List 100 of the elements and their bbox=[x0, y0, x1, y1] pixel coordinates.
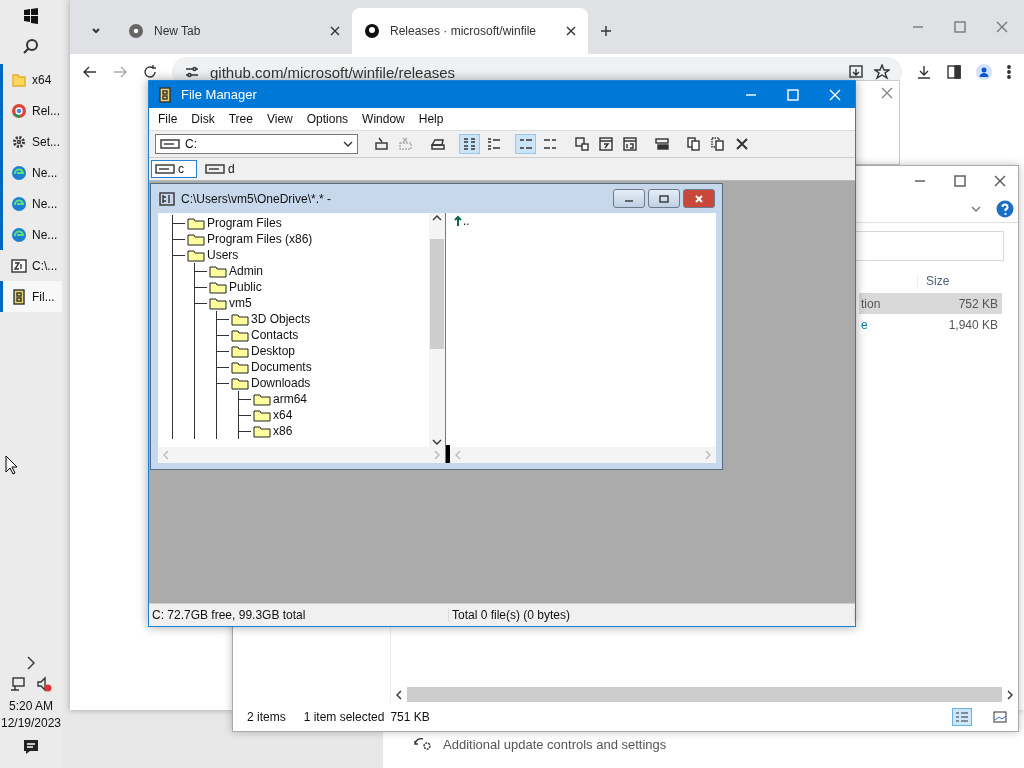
reload-icon[interactable] bbox=[142, 64, 158, 80]
install-icon[interactable] bbox=[848, 64, 864, 80]
taskbar-item[interactable]: Rel... bbox=[0, 95, 62, 126]
folder-icon bbox=[187, 248, 205, 262]
folder-icon bbox=[209, 264, 227, 278]
chevron-right-icon[interactable] bbox=[26, 656, 36, 670]
scroll-up-icon bbox=[432, 213, 442, 223]
download-icon[interactable] bbox=[916, 64, 932, 80]
folder-icon bbox=[231, 360, 249, 374]
file-cabinet-icon bbox=[11, 288, 27, 305]
menu-item[interactable]: Window bbox=[355, 110, 412, 128]
menu-item[interactable]: Disk bbox=[184, 110, 222, 128]
up-arrow-icon bbox=[454, 215, 462, 227]
toolbar-button[interactable] bbox=[515, 134, 536, 154]
folder-label[interactable]: Program Files (x86) bbox=[207, 232, 313, 246]
horizontal-scrollbar[interactable] bbox=[158, 447, 445, 463]
browser-tab[interactable]: Releases · microsoft/winfile bbox=[352, 8, 588, 54]
drive-dropdown[interactable]: C: bbox=[155, 134, 358, 154]
folder-label[interactable]: Public bbox=[229, 280, 262, 294]
side-panel-icon[interactable] bbox=[946, 64, 962, 80]
drive-button[interactable]: c bbox=[151, 160, 197, 178]
time-text: 5:20 AM bbox=[8, 698, 54, 715]
file-row[interactable]: e 1,940 KB bbox=[859, 314, 1002, 335]
github-icon bbox=[364, 23, 380, 39]
folder-label[interactable]: x86 bbox=[273, 424, 293, 438]
folder-label[interactable]: arm64 bbox=[273, 392, 307, 406]
folder-label[interactable]: Program Files bbox=[207, 216, 282, 230]
selection-size: 751 KB bbox=[390, 710, 430, 724]
menu-item[interactable]: Help bbox=[411, 110, 451, 128]
menu-item[interactable]: File bbox=[151, 110, 185, 128]
folder-label[interactable]: Documents bbox=[251, 360, 312, 374]
folder-icon bbox=[253, 408, 271, 422]
drive-icon bbox=[205, 163, 225, 175]
details-icon bbox=[955, 711, 969, 723]
vertical-scrollbar[interactable] bbox=[429, 213, 445, 447]
browser-icon bbox=[11, 226, 27, 243]
profile-icon[interactable] bbox=[976, 64, 992, 80]
taskbar-item[interactable]: Ne... bbox=[0, 188, 62, 219]
folder-icon bbox=[187, 232, 205, 246]
menu-item[interactable]: Options bbox=[299, 110, 356, 128]
folder-label[interactable]: Users bbox=[207, 248, 239, 262]
file-count-status: Total 0 file(s) (0 bytes) bbox=[449, 608, 855, 622]
taskbar-item[interactable]: Set... bbox=[0, 126, 62, 157]
folder-icon bbox=[231, 344, 249, 358]
scroll-right-icon bbox=[433, 450, 441, 460]
menu-item[interactable]: Tree bbox=[221, 110, 260, 128]
taskbar-item[interactable]: x64 bbox=[0, 64, 62, 95]
horizontal-scrollbar[interactable] bbox=[450, 447, 716, 463]
close-icon[interactable] bbox=[881, 87, 893, 99]
help-icon[interactable] bbox=[996, 200, 1014, 218]
paste-icon bbox=[709, 136, 726, 152]
notification-icon[interactable] bbox=[22, 738, 40, 756]
close-icon[interactable] bbox=[994, 175, 1006, 187]
mouse-cursor-icon bbox=[5, 455, 17, 475]
drive-button[interactable]: d bbox=[201, 160, 247, 178]
browser-tab[interactable]: New Tab bbox=[116, 8, 352, 54]
windows-logo-icon[interactable] bbox=[23, 8, 39, 24]
folder-icon bbox=[187, 216, 205, 230]
scroll-right-icon bbox=[704, 450, 712, 460]
taskbar-item[interactable]: Ne... bbox=[0, 219, 62, 250]
network-drive-icon bbox=[373, 136, 390, 152]
maximize-icon[interactable] bbox=[954, 175, 966, 187]
close-icon[interactable] bbox=[996, 21, 1008, 33]
close-button[interactable] bbox=[683, 189, 715, 208]
window-title: C:\Users\vm5\OneDrive\*.* - bbox=[181, 191, 332, 206]
file-entry[interactable]: .. bbox=[450, 213, 474, 229]
folder-label[interactable]: Contacts bbox=[251, 328, 299, 342]
toolbar-button[interactable] bbox=[459, 134, 480, 154]
star-icon[interactable] bbox=[874, 64, 890, 80]
network-icon[interactable] bbox=[10, 676, 26, 692]
speaker-muted-icon[interactable] bbox=[36, 676, 52, 692]
taskbar-item[interactable]: Ne... bbox=[0, 157, 62, 188]
folder-label[interactable]: x64 bbox=[273, 408, 293, 422]
folder-label[interactable]: Desktop bbox=[251, 344, 296, 358]
maximize-icon[interactable] bbox=[954, 21, 966, 33]
more-menu-icon[interactable] bbox=[1006, 64, 1012, 80]
folder-icon bbox=[231, 328, 249, 342]
calendar-icon bbox=[597, 136, 614, 152]
folder-icon bbox=[11, 71, 27, 88]
close-icon bbox=[694, 194, 704, 203]
folder-label[interactable]: vm5 bbox=[229, 296, 252, 310]
column-header[interactable]: Size bbox=[917, 274, 1002, 288]
minimize-button[interactable] bbox=[613, 189, 645, 208]
preview-view-button[interactable] bbox=[990, 708, 1010, 726]
gear-icon bbox=[11, 133, 27, 150]
scroll-down-icon bbox=[432, 437, 442, 447]
folder-label[interactable]: Admin bbox=[229, 264, 263, 278]
folder-label[interactable]: Downloads bbox=[251, 376, 311, 390]
file-row[interactable]: tion 752 KB bbox=[859, 293, 1002, 314]
taskbar-item[interactable]: C:\... bbox=[0, 250, 62, 281]
close-icon bbox=[566, 26, 576, 36]
details-view-button[interactable] bbox=[952, 708, 972, 726]
menu-item[interactable]: View bbox=[259, 110, 300, 128]
clock[interactable]: 5:20 AM 12/19/2023 bbox=[0, 698, 62, 732]
taskbar-item[interactable]: Fil... bbox=[0, 281, 62, 312]
back-arrow-icon[interactable] bbox=[82, 64, 98, 80]
archive-icon bbox=[11, 257, 27, 274]
folder-label[interactable]: 3D Objects bbox=[251, 312, 311, 326]
search-icon[interactable] bbox=[23, 38, 39, 54]
maximize-button[interactable] bbox=[648, 189, 680, 208]
